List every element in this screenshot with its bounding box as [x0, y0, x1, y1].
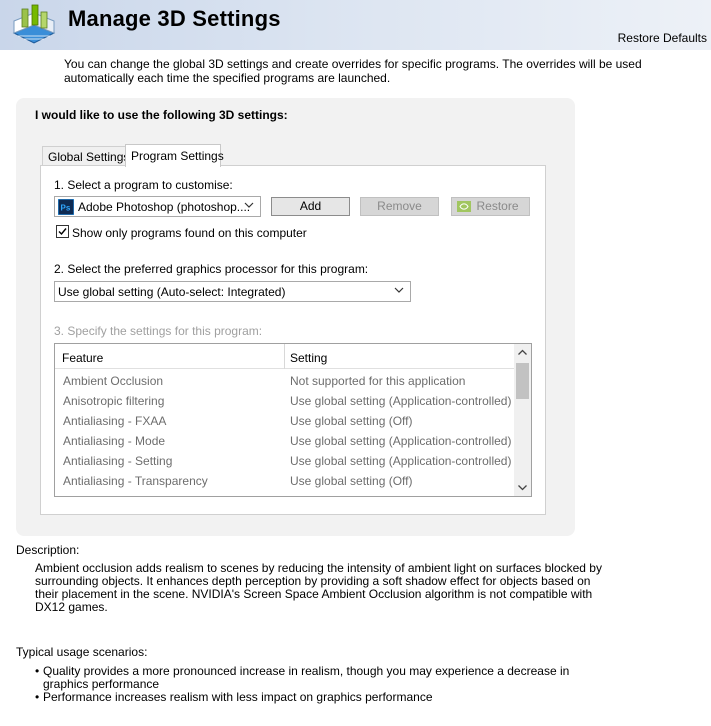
- bullet-icon: •: [35, 690, 40, 704]
- column-divider[interactable]: [284, 344, 285, 369]
- table-row[interactable]: Antialiasing - FXAA Use global setting (…: [55, 410, 515, 430]
- checkmark-icon: [58, 228, 67, 236]
- settings-panel: I would like to use the following 3D set…: [16, 98, 575, 536]
- description-heading: Description:: [16, 543, 80, 557]
- specify-settings-label: 3. Specify the settings for this program…: [54, 324, 263, 338]
- setting-cell: Use global setting (Off): [290, 414, 413, 428]
- show-only-found-label[interactable]: Show only programs found on this compute…: [72, 226, 307, 240]
- feature-cell: Antialiasing - FXAA: [63, 414, 167, 428]
- usage-item-text: Quality provides a more pronounced incre…: [43, 664, 570, 691]
- chevron-down-icon: [394, 287, 404, 293]
- select-gpu-label: 2. Select the preferred graphics process…: [54, 262, 369, 276]
- photoshop-icon: Ps: [58, 199, 74, 215]
- table-header: Feature Setting: [55, 344, 515, 369]
- setting-cell: Use global setting (Off): [290, 474, 413, 488]
- tab-program-settings[interactable]: Program Settings: [125, 144, 224, 167]
- restore-program-label: Restore: [476, 199, 519, 213]
- program-select-value: Adobe Photoshop (photoshop....: [78, 200, 251, 214]
- show-only-found-checkbox[interactable]: [56, 225, 69, 238]
- chevron-down-icon[interactable]: [514, 479, 531, 496]
- program-settings-page: 1. Select a program to customise: Ps Ado…: [40, 165, 546, 515]
- list-item: • Performance increases realism with les…: [35, 691, 595, 704]
- usage-heading: Typical usage scenarios:: [16, 645, 148, 659]
- feature-cell: Antialiasing - Transparency: [63, 474, 208, 488]
- gpu-select[interactable]: Use global setting (Auto-select: Integra…: [54, 281, 411, 302]
- page-header: Manage 3D Settings Restore Defaults: [0, 0, 711, 50]
- table-row[interactable]: Antialiasing - Setting Use global settin…: [55, 450, 515, 470]
- nvidia-3d-settings-logo-icon: [12, 4, 56, 44]
- add-program-button[interactable]: Add: [271, 197, 350, 216]
- remove-program-button[interactable]: Remove: [360, 197, 439, 216]
- feature-cell: Antialiasing - Setting: [63, 454, 173, 468]
- chevron-down-icon: [244, 202, 254, 208]
- restore-program-button[interactable]: Restore: [451, 197, 530, 216]
- table-row[interactable]: Ambient Occlusion Not supported for this…: [55, 370, 515, 390]
- list-item: • Quality provides a more pronounced inc…: [35, 665, 595, 691]
- usage-list: • Quality provides a more pronounced inc…: [35, 665, 595, 704]
- panel-heading: I would like to use the following 3D set…: [35, 108, 288, 122]
- description-text: Ambient occlusion adds realism to scenes…: [35, 561, 602, 614]
- table-row[interactable]: Antialiasing - Transparency Use global s…: [55, 470, 515, 490]
- feature-cell: Anisotropic filtering: [63, 394, 165, 408]
- tab-global-settings[interactable]: Global Settings: [42, 146, 136, 166]
- feature-column-header[interactable]: Feature: [62, 351, 103, 365]
- feature-cell: Ambient Occlusion: [63, 374, 164, 388]
- program-select[interactable]: Ps Adobe Photoshop (photoshop....: [54, 196, 261, 217]
- nvidia-logo-icon: [457, 201, 471, 212]
- select-program-label: 1. Select a program to customise:: [54, 178, 233, 192]
- bullet-icon: •: [35, 664, 40, 678]
- scrollbar-thumb[interactable]: [516, 363, 529, 399]
- usage-item-text: Performance increases realism with less …: [43, 690, 433, 704]
- table-scrollbar[interactable]: [514, 344, 531, 496]
- gpu-select-value: Use global setting (Auto-select: Integra…: [58, 285, 286, 299]
- restore-defaults-link[interactable]: Restore Defaults: [618, 31, 707, 45]
- page-title: Manage 3D Settings: [68, 6, 281, 31]
- setting-cell: Use global setting (Application-controll…: [290, 394, 512, 408]
- settings-table: Feature Setting Ambient Occlusion Not su…: [54, 343, 532, 497]
- feature-cell: Antialiasing - Mode: [63, 434, 166, 448]
- chevron-up-icon[interactable]: [514, 344, 531, 361]
- svg-text:Ps: Ps: [61, 204, 71, 213]
- setting-column-header[interactable]: Setting: [290, 351, 327, 365]
- setting-cell: Use global setting (Application-controll…: [290, 454, 512, 468]
- setting-cell: Not supported for this application: [290, 374, 466, 388]
- intro-text: You can change the global 3D settings an…: [64, 57, 642, 85]
- table-row[interactable]: Anisotropic filtering Use global setting…: [55, 390, 515, 410]
- setting-cell: Use global setting (Application-controll…: [290, 434, 512, 448]
- table-row[interactable]: Antialiasing - Mode Use global setting (…: [55, 430, 515, 450]
